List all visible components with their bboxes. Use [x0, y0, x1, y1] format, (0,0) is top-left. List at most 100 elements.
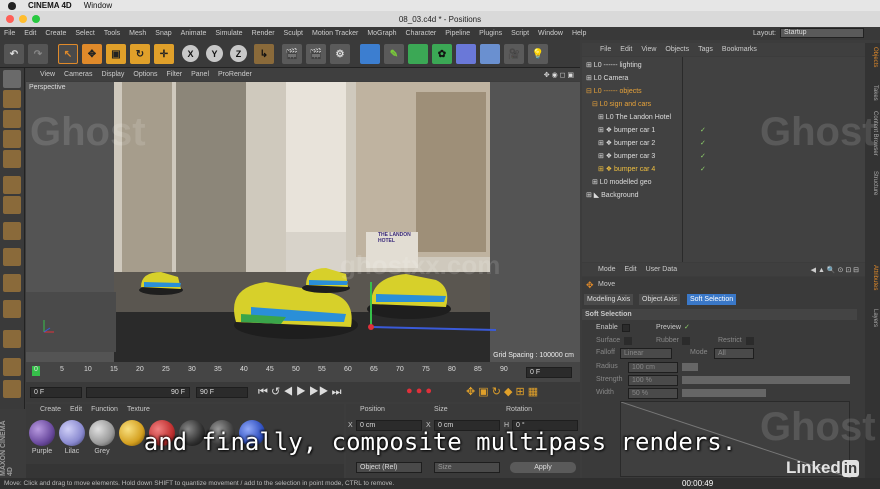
menu-snap[interactable]: Snap — [155, 30, 171, 37]
om-menu-edit[interactable]: Edit — [620, 46, 632, 53]
window-menu[interactable]: Window — [84, 1, 112, 10]
recent-tool-icon[interactable]: ✛ — [154, 44, 174, 64]
tweak-mode-icon[interactable] — [3, 248, 21, 266]
live-selection-icon[interactable]: ↖ — [58, 44, 78, 64]
mat-menu-texture[interactable]: Texture — [127, 406, 150, 413]
enabled-check-icon[interactable]: ✓ — [700, 124, 706, 137]
object-row[interactable]: ⊞ L0 Camera — [582, 72, 865, 85]
texture-mode-icon[interactable] — [3, 110, 21, 128]
menu-edit[interactable]: Edit — [24, 30, 36, 37]
menu-create[interactable]: Create — [45, 30, 66, 37]
menu-motion-tracker[interactable]: Motion Tracker — [312, 30, 358, 37]
move-tool-icon[interactable]: ✥ — [82, 44, 102, 64]
layout-select[interactable]: Startup — [780, 28, 864, 38]
menu-plugins[interactable]: Plugins — [479, 30, 502, 37]
mograph-icon[interactable]: ✿ — [432, 44, 452, 64]
current-frame-field[interactable]: 0 F — [526, 367, 572, 378]
preview-checkbox[interactable]: ✓ — [684, 323, 690, 331]
falloff-select[interactable]: Linear — [620, 348, 672, 359]
timeline-ruler[interactable]: 0 5 10 15 20 25 30 35 40 45 50 55 60 65 … — [26, 362, 580, 382]
attr-menu-mode[interactable]: Mode — [598, 266, 616, 273]
mat-menu-function[interactable]: Function — [91, 406, 118, 413]
mat-menu-create[interactable]: Create — [40, 406, 61, 413]
coord-mode-select[interactable]: Object (Rel) — [356, 462, 422, 473]
render-settings-icon[interactable]: ⚙ — [330, 44, 350, 64]
vp-menu-options[interactable]: Options — [133, 71, 157, 78]
camera-icon[interactable]: 🎥 — [504, 44, 524, 64]
generator-icon[interactable] — [408, 44, 428, 64]
vtab-takes[interactable]: Takes — [867, 85, 878, 101]
record-keys-icon[interactable]: ● ● ● — [406, 385, 432, 397]
vtab-layers[interactable]: Layers — [867, 309, 878, 327]
redo-icon[interactable]: ↷ — [28, 44, 48, 64]
model-mode-icon[interactable] — [3, 90, 21, 108]
om-menu-bookmarks[interactable]: Bookmarks — [722, 46, 757, 53]
enabled-check-icon[interactable]: ✓ — [700, 163, 706, 176]
minimize-window-button[interactable] — [19, 15, 27, 23]
vp-menu-filter[interactable]: Filter — [167, 71, 183, 78]
end-frame-field[interactable]: 90 F — [196, 387, 248, 398]
menu-render[interactable]: Render — [252, 30, 275, 37]
workplane-icon[interactable] — [3, 300, 21, 318]
app-menu[interactable]: CINEMA 4D — [28, 1, 72, 10]
mat-menu-edit[interactable]: Edit — [70, 406, 82, 413]
coordinate-system-icon[interactable]: ↳ — [254, 44, 274, 64]
menu-tools[interactable]: Tools — [104, 30, 120, 37]
axis-mode-icon[interactable] — [3, 222, 21, 240]
rotate-tool-icon[interactable]: ↻ — [130, 44, 150, 64]
menu-script[interactable]: Script — [511, 30, 529, 37]
menu-window[interactable]: Window — [538, 30, 563, 37]
light-icon[interactable]: 💡 — [528, 44, 548, 64]
object-row[interactable]: ⊞ L0 modelled geo — [582, 176, 865, 189]
vtab-objects[interactable]: Objects — [867, 47, 878, 67]
grid-icon[interactable] — [3, 380, 21, 398]
playback-controls-icon[interactable]: ⏮ ↺ ◀ ▶ ▶▶ ⏭ — [258, 385, 342, 399]
menu-file[interactable]: File — [4, 30, 15, 37]
menu-pipeline[interactable]: Pipeline — [445, 30, 470, 37]
strength-field[interactable]: 100 % — [628, 375, 678, 386]
viewport-nav-icons[interactable]: ✥ ◉ ◻ ▣ — [544, 71, 574, 79]
render-picture-viewer-icon[interactable]: 🎬 — [306, 44, 326, 64]
menu-simulate[interactable]: Simulate — [215, 30, 242, 37]
snapping-icon[interactable] — [3, 274, 21, 292]
menu-mograph[interactable]: MoGraph — [367, 30, 396, 37]
vp-menu-view[interactable]: View — [40, 71, 55, 78]
magnet-icon[interactable] — [3, 330, 21, 348]
vp-menu-panel[interactable]: Panel — [191, 71, 209, 78]
om-menu-tags[interactable]: Tags — [698, 46, 713, 53]
deformer-icon[interactable] — [456, 44, 476, 64]
surface-checkbox[interactable] — [624, 337, 632, 345]
enabled-check-icon[interactable]: ✓ — [700, 137, 706, 150]
menu-character[interactable]: Character — [406, 30, 437, 37]
menu-select[interactable]: Select — [75, 30, 94, 37]
om-menu-objects[interactable]: Objects — [665, 46, 689, 53]
polygons-mode-icon[interactable] — [3, 196, 21, 214]
rubber-checkbox[interactable] — [682, 337, 690, 345]
z-axis-lock-icon[interactable]: Z — [230, 45, 247, 62]
tab-soft-selection[interactable]: Soft Selection — [687, 294, 737, 305]
restrict-checkbox[interactable] — [746, 337, 754, 345]
mode-select[interactable]: All — [714, 348, 754, 359]
object-row-selected[interactable]: ⊞ ❖ bumper car 4 ✓ — [582, 163, 865, 176]
start-frame-field[interactable]: 0 F — [30, 387, 82, 398]
tab-modeling-axis[interactable]: Modeling Axis — [584, 294, 634, 305]
undo-icon[interactable]: ↶ — [4, 44, 24, 64]
object-row[interactable]: ⊞ ◣ Background — [582, 189, 865, 202]
points-mode-icon[interactable] — [3, 150, 21, 168]
apply-button[interactable]: Apply — [510, 462, 576, 473]
attr-nav-icons[interactable]: ◀ ▲ 🔍 ⊙ ⊡ ⊟ — [811, 266, 859, 274]
vp-menu-cameras[interactable]: Cameras — [64, 71, 92, 78]
subdivision-icon[interactable]: ✎ — [384, 44, 404, 64]
make-editable-icon[interactable] — [3, 70, 21, 88]
vtab-attributes[interactable]: Attributes — [867, 265, 878, 290]
enabled-check-icon[interactable]: ✓ — [700, 150, 706, 163]
menu-animate[interactable]: Animate — [181, 30, 207, 37]
preview-range-field[interactable]: 90 F — [86, 387, 190, 398]
om-menu-view[interactable]: View — [641, 46, 656, 53]
key-mode-icons[interactable]: ✥ ▣ ↻ ◆ ⊞ ▦ — [466, 385, 538, 398]
om-menu-file[interactable]: File — [600, 46, 611, 53]
tab-object-axis[interactable]: Object Axis — [639, 294, 681, 305]
workplane-mode-icon[interactable] — [3, 130, 21, 148]
cube-icon[interactable] — [360, 44, 380, 64]
object-row[interactable]: ⊟ L0 ------ objects — [582, 85, 865, 98]
